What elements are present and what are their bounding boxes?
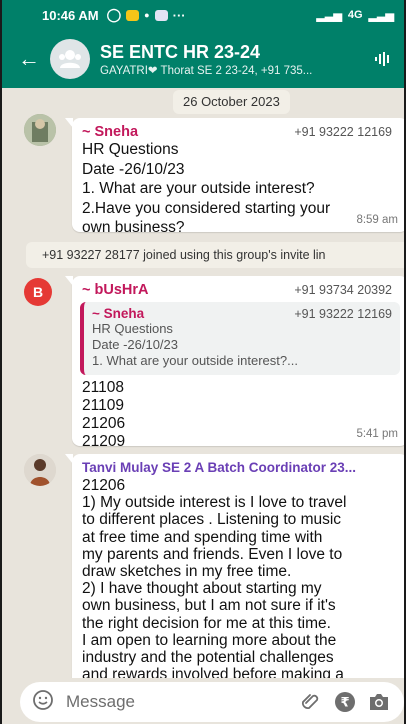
avatar-letter: B: [32, 284, 44, 300]
message-line: and rewards involved before making a: [82, 666, 344, 678]
message-bubble-tanvi[interactable]: Tanvi Mulay SE 2 A Batch Coordinator 23.…: [65, 454, 404, 678]
message-line: industry and the potential challenges: [82, 649, 334, 667]
quoted-line: HR Questions: [92, 321, 173, 336]
message-line: 21206: [82, 415, 126, 432]
message-line: the right decision for me at this time.: [82, 614, 331, 632]
message-line: own business, but I am not sure if it's: [82, 597, 336, 615]
message-bubble-bushra[interactable]: ~ bUsHrA +91 93734 20392 ~ Sneha +91 932…: [65, 276, 404, 450]
system-message: +91 93227 28177 joined using this group'…: [26, 242, 404, 268]
input-bar: Message ₹: [2, 678, 404, 724]
svg-text:₹: ₹: [340, 696, 349, 711]
rupee-icon[interactable]: ₹: [332, 689, 358, 715]
chat-header[interactable]: ← SE ENTC HR 23-24 GAYATRI❤ Thorat SE 2 …: [2, 30, 404, 88]
date-chip: 26 October 2023: [173, 90, 290, 114]
notification-app-icon: [126, 9, 140, 21]
group-info[interactable]: SE ENTC HR 23-24 GAYATRI❤ Thorat SE 2 23…: [100, 42, 370, 77]
quoted-line: Date -26/10/23: [92, 337, 179, 352]
emoji-icon[interactable]: [32, 689, 54, 716]
message-line: 21109: [82, 397, 124, 414]
audio-call-icon[interactable]: [370, 52, 396, 66]
signal-icon: ▂▃▅: [316, 9, 342, 22]
back-arrow-icon[interactable]: ←: [18, 46, 42, 72]
status-icons: ◯ ● ···: [107, 7, 186, 23]
whatsapp-status-icon: ◯: [106, 7, 122, 22]
message-line: HR Questions: [82, 141, 179, 158]
message-input[interactable]: Message ₹: [20, 682, 404, 722]
quoted-phone: +91 93222 12169: [294, 307, 392, 321]
message-line: 2.Have you considered starting your: [82, 199, 331, 217]
chat-screen: 10:46 AM ◯ ● ··· ▂▃▅ 4G ▂▃▅ ← SE ENTC HR…: [0, 0, 406, 724]
app-header: 10:46 AM ◯ ● ··· ▂▃▅ 4G ▂▃▅ ← SE ENTC HR…: [2, 0, 404, 88]
avatar-tanvi[interactable]: [24, 454, 56, 486]
network-type: 4G: [347, 9, 363, 21]
message-header: ~ bUsHrA +91 93734 20392: [80, 282, 400, 298]
message-line: my parents and friends. Even I love to: [82, 545, 343, 563]
small-dot-icon: ●: [144, 10, 150, 20]
sender-name[interactable]: Tanvi Mulay SE 2 A Batch Coordinator 23.…: [82, 460, 398, 475]
message-line: I am open to learning more about the: [82, 631, 337, 649]
message-line: 1) My outside interest is I love to trav…: [82, 494, 347, 512]
status-bar: 10:46 AM ◯ ● ··· ▂▃▅ 4G ▂▃▅: [2, 0, 404, 30]
message-line: 2) I have thought about starting my: [82, 580, 322, 598]
camera-icon[interactable]: [366, 689, 392, 715]
status-right: ▂▃▅ 4G ▂▃▅: [317, 9, 394, 22]
message-time: 8:59 am: [356, 214, 398, 226]
message-text: 21108 21109 21206 21209: [80, 379, 400, 451]
message-line: 21206: [82, 477, 126, 494]
sender-name[interactable]: ~ Sneha: [82, 124, 138, 140]
sender-phone: +91 93734 20392: [294, 283, 392, 297]
group-name: SE ENTC HR 23-24: [100, 41, 261, 62]
message-time: 5:41 pm: [356, 428, 398, 440]
group-members: GAYATRI❤ Thorat SE 2 23-24, +91 735...: [100, 64, 313, 77]
message-placeholder[interactable]: Message: [66, 692, 290, 712]
message-bubble-sneha[interactable]: ~ Sneha +91 93222 12169 HR Questions Dat…: [65, 118, 404, 236]
avatar-sneha[interactable]: [24, 114, 56, 146]
avatar-bushra[interactable]: B: [24, 278, 52, 306]
message-header: ~ Sneha +91 93222 12169: [82, 124, 398, 140]
signal-icon-2: ▂▃▅: [368, 9, 394, 22]
quoted-header: ~ Sneha +91 93222 12169: [92, 306, 392, 321]
message-line: 1. What are your outside interest?: [82, 180, 315, 197]
message-text: 21206 1) My outside interest is I love t…: [82, 477, 398, 678]
attach-icon[interactable]: [298, 689, 324, 715]
group-avatar-icon[interactable]: [50, 39, 90, 79]
chat-area[interactable]: 26 October 2023 ~ Sneha +91 93222 12169 …: [2, 88, 404, 678]
message-line: Date -26/10/23: [82, 160, 185, 178]
sender-name[interactable]: ~ bUsHrA: [82, 282, 148, 298]
quoted-line: 1. What are your outside interest?...: [92, 353, 298, 368]
message-text: HR Questions Date -26/10/23 1. What are …: [82, 140, 398, 238]
message-line: at free time and spending time with: [82, 528, 323, 546]
quoted-message[interactable]: ~ Sneha +91 93222 12169 HR Questions Dat…: [80, 302, 400, 375]
message-line: 21108: [82, 379, 124, 396]
message-line: to different places . Listening to music: [82, 511, 342, 529]
gallery-app-icon: [154, 9, 168, 21]
message-line: own business?: [82, 219, 185, 236]
quoted-sender: ~ Sneha: [92, 306, 145, 321]
status-time: 10:46 AM: [42, 7, 99, 23]
message-line: draw sketches in my free time.: [82, 563, 292, 581]
sender-phone: +91 93222 12169: [294, 125, 392, 139]
more-notifications-icon: ···: [172, 7, 186, 23]
message-line: 21209: [82, 433, 126, 450]
